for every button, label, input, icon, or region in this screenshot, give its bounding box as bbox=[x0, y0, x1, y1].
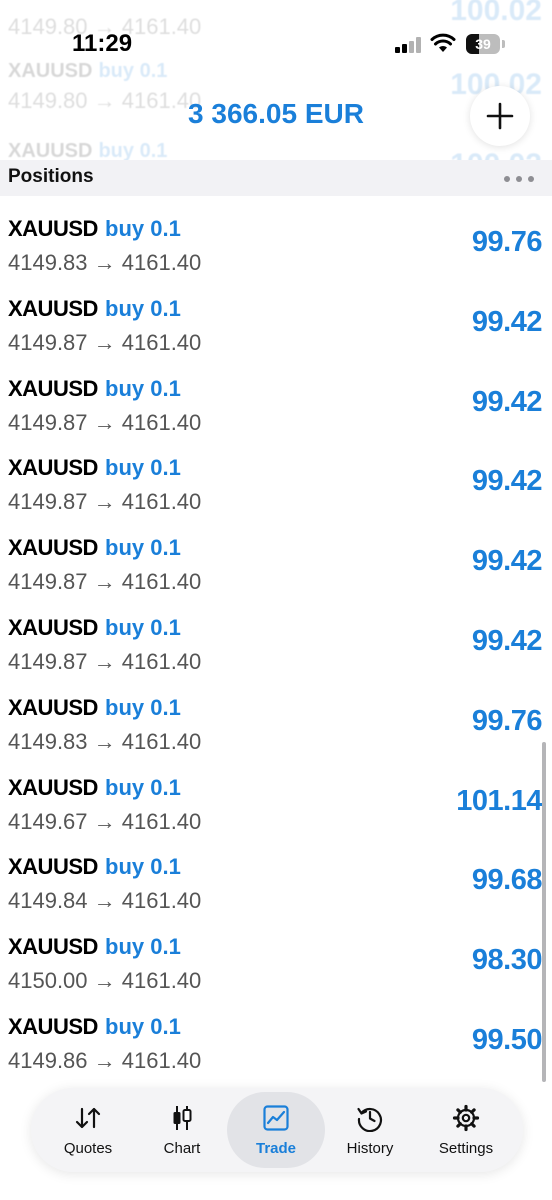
trade-icon bbox=[263, 1105, 289, 1131]
position-side-volume: buy 0.1 bbox=[105, 1014, 181, 1039]
gear-icon bbox=[452, 1104, 480, 1132]
status-bar: 11:29 39 bbox=[0, 0, 552, 90]
position-symbol: XAUUSD bbox=[8, 535, 98, 560]
position-side-volume: buy 0.1 bbox=[105, 615, 181, 640]
position-side-volume: buy 0.1 bbox=[105, 296, 181, 321]
position-row[interactable]: XAUUSD buy 0.1 4149.87 → 4161.40 99.42 bbox=[0, 595, 552, 675]
section-title: Positions bbox=[8, 166, 94, 187]
position-side-volume: buy 0.1 bbox=[105, 455, 181, 480]
position-symbol: XAUUSD bbox=[8, 216, 98, 241]
position-row[interactable]: XAUUSD buy 0.1 4150.00 → 4161.40 98.30 bbox=[0, 914, 552, 994]
position-symbol: XAUUSD bbox=[8, 455, 98, 480]
position-profit: 99.42 bbox=[471, 386, 543, 418]
position-prices: 4149.83 → 4161.40 bbox=[8, 729, 202, 754]
position-profit: 98.30 bbox=[471, 944, 543, 976]
position-prices: 4149.87 → 4161.40 bbox=[8, 569, 202, 594]
position-symbol: XAUUSD bbox=[8, 615, 98, 640]
clock: 11:29 bbox=[72, 30, 133, 57]
position-prices: 4149.87 → 4161.40 bbox=[8, 330, 202, 355]
tab-chart[interactable]: Chart bbox=[133, 1092, 231, 1168]
wifi-icon bbox=[430, 33, 456, 52]
position-side-volume: buy 0.1 bbox=[105, 535, 181, 560]
position-profit: 99.42 bbox=[471, 625, 543, 657]
ghost-symbol: XAUUSD buy 0.1 bbox=[8, 140, 168, 160]
tab-history[interactable]: History bbox=[321, 1092, 419, 1168]
position-symbol: XAUUSD bbox=[8, 854, 98, 879]
position-side-volume: buy 0.1 bbox=[105, 695, 181, 720]
tab-label: History bbox=[346, 1140, 394, 1157]
quotes-icon bbox=[75, 1107, 101, 1129]
positions-section-header: Positions bbox=[0, 160, 552, 196]
position-profit: 99.50 bbox=[471, 1024, 543, 1056]
position-row[interactable]: XAUUSD buy 0.1 4149.84 → 4161.40 99.68 bbox=[0, 834, 552, 914]
position-profit: 99.42 bbox=[471, 306, 543, 338]
position-side-volume: buy 0.1 bbox=[105, 934, 181, 959]
bottom-tab-bar: Quotes Chart Trade History Settings bbox=[31, 1088, 523, 1172]
tab-label: Trade bbox=[255, 1140, 297, 1157]
position-row[interactable]: XAUUSD buy 0.1 4149.83 → 4161.40 99.76 bbox=[0, 196, 552, 276]
ghost-position-row: XAUUSDbuy 0.1 100.02 bbox=[0, 140, 552, 160]
plus-icon bbox=[486, 102, 514, 130]
tab-label: Quotes bbox=[63, 1140, 113, 1157]
position-profit: 99.68 bbox=[471, 864, 543, 896]
position-row[interactable]: XAUUSD buy 0.1 4149.87 → 4161.40 99.42 bbox=[0, 276, 552, 356]
candlestick-chart-icon bbox=[173, 1106, 192, 1130]
position-symbol: XAUUSD bbox=[8, 775, 98, 800]
scroll-indicator bbox=[542, 742, 546, 1082]
new-order-button[interactable] bbox=[470, 86, 530, 146]
position-symbol: XAUUSD bbox=[8, 695, 98, 720]
battery-level: 39 bbox=[475, 36, 491, 52]
position-profit: 99.76 bbox=[471, 705, 543, 737]
position-prices: 4149.86 → 4161.40 bbox=[8, 1048, 202, 1073]
more-options-icon[interactable] bbox=[504, 176, 534, 182]
position-profit: 99.42 bbox=[471, 545, 543, 577]
position-side-volume: buy 0.1 bbox=[105, 775, 181, 800]
position-row[interactable]: XAUUSD buy 0.1 4149.83 → 4161.40 99.76 bbox=[0, 675, 552, 755]
tab-quotes[interactable]: Quotes bbox=[39, 1092, 137, 1168]
position-profit: 101.14 bbox=[456, 785, 542, 817]
tab-trade[interactable]: Trade bbox=[227, 1092, 325, 1168]
position-symbol: XAUUSD bbox=[8, 1014, 98, 1039]
position-prices: 4149.87 → 4161.40 bbox=[8, 410, 202, 435]
position-row[interactable]: XAUUSD buy 0.1 4149.67 → 4161.40 101.14 bbox=[0, 755, 552, 835]
position-prices: 4150.00 → 4161.40 bbox=[8, 968, 202, 993]
position-symbol: XAUUSD bbox=[8, 296, 98, 321]
position-side-volume: buy 0.1 bbox=[105, 854, 181, 879]
position-row[interactable]: XAUUSD buy 0.1 4149.87 → 4161.40 99.42 bbox=[0, 515, 552, 595]
tab-label: Settings bbox=[438, 1140, 494, 1157]
battery-icon: 39 bbox=[466, 34, 506, 54]
position-prices: 4149.83 → 4161.40 bbox=[8, 250, 202, 275]
position-prices: 4149.67 → 4161.40 bbox=[8, 809, 202, 834]
position-row[interactable]: XAUUSD buy 0.1 4149.86 → 4161.40 99.50 bbox=[0, 994, 552, 1074]
position-symbol: XAUUSD bbox=[8, 376, 98, 401]
position-row[interactable]: XAUUSD buy 0.1 4149.87 → 4161.40 99.42 bbox=[0, 435, 552, 515]
ghost-profit: 100.02 bbox=[450, 148, 542, 160]
positions-list[interactable]: XAUUSD buy 0.1 4149.83 → 4161.40 99.76 XAUUS… bbox=[0, 196, 552, 1086]
position-prices: 4149.87 → 4161.40 bbox=[8, 649, 202, 674]
tab-label: Chart bbox=[163, 1140, 201, 1157]
position-side-volume: buy 0.1 bbox=[105, 216, 181, 241]
position-profit: 99.76 bbox=[471, 226, 543, 258]
history-icon bbox=[357, 1107, 383, 1132]
position-side-volume: buy 0.1 bbox=[105, 376, 181, 401]
cellular-signal-icon bbox=[395, 37, 423, 53]
tab-settings[interactable]: Settings bbox=[417, 1092, 515, 1168]
position-prices: 4149.87 → 4161.40 bbox=[8, 489, 202, 514]
position-prices: 4149.84 → 4161.40 bbox=[8, 888, 202, 913]
position-profit: 99.42 bbox=[471, 465, 543, 497]
position-row[interactable]: XAUUSD buy 0.1 4149.87 → 4161.40 99.42 bbox=[0, 356, 552, 436]
position-symbol: XAUUSD bbox=[8, 934, 98, 959]
